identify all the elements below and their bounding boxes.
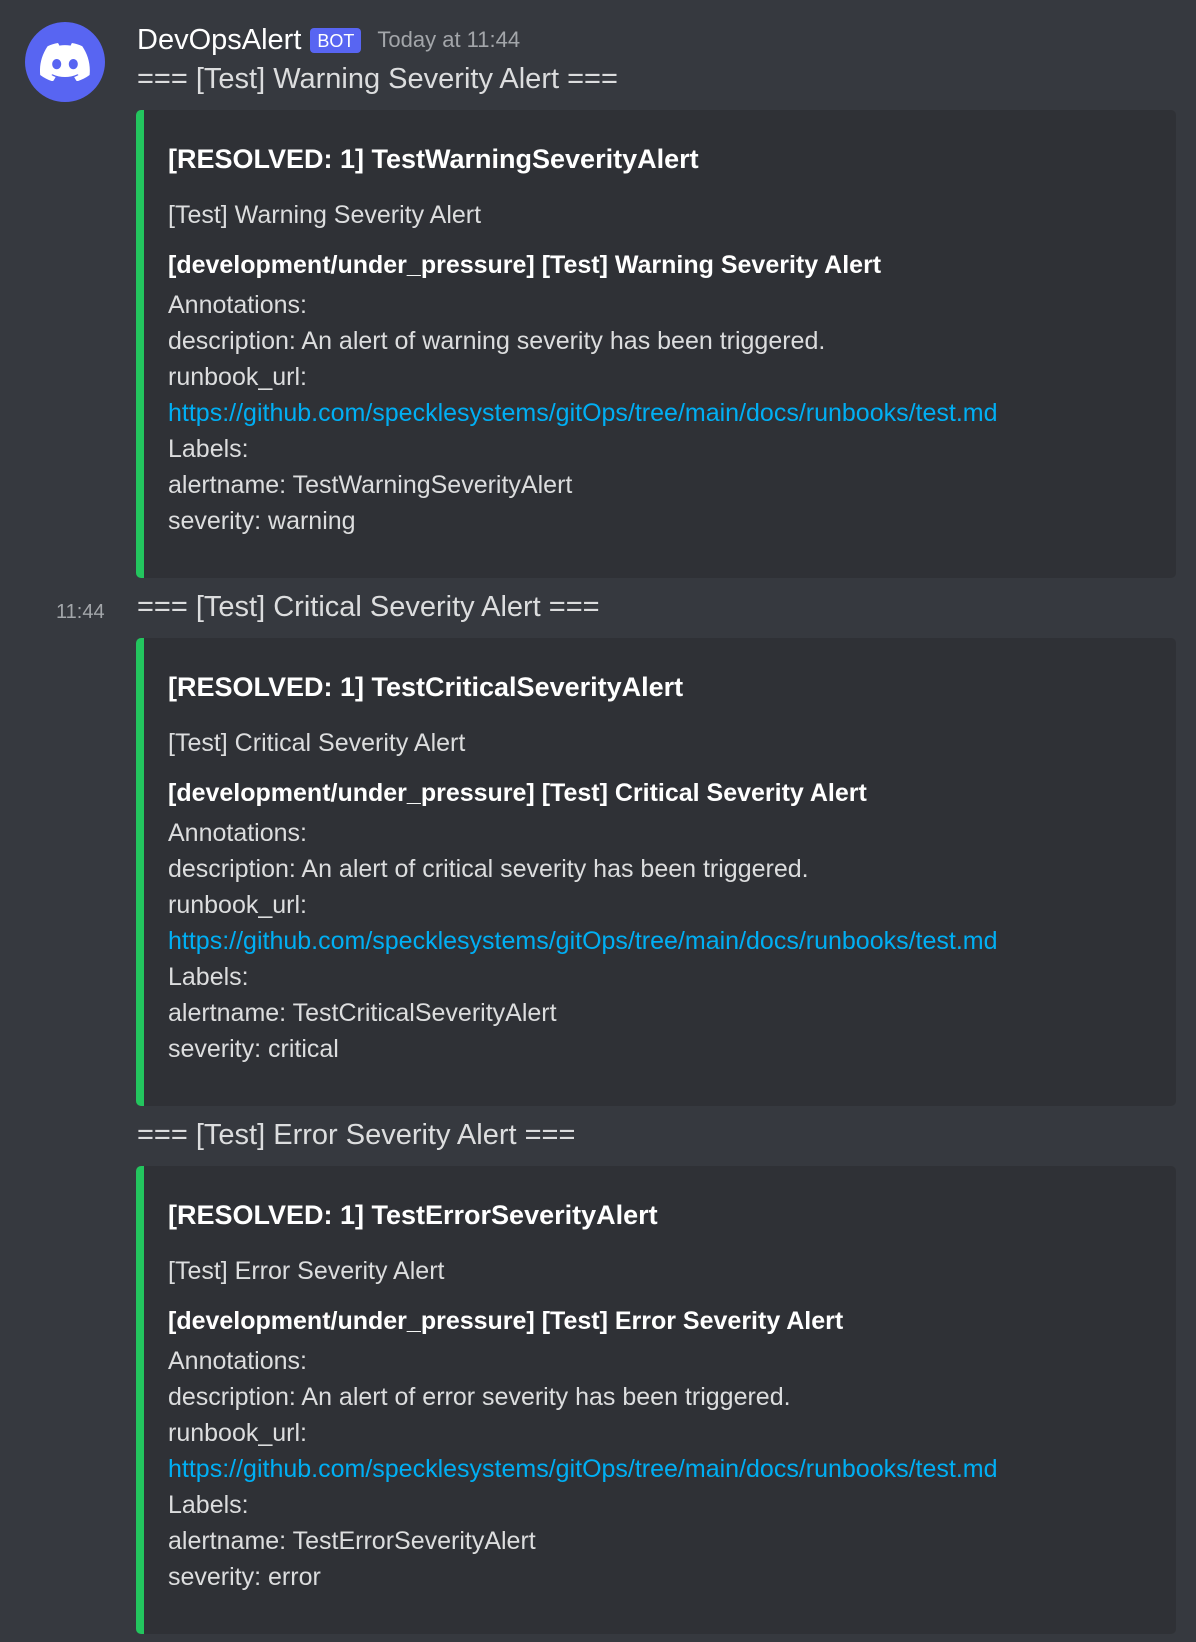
- embed-title: [RESOLVED: 1] TestWarningSeverityAlert: [168, 144, 699, 174]
- alert-embed: [RESOLVED: 1] TestCriticalSeverityAlert …: [136, 638, 1176, 1106]
- description-field: description: An alert of critical severi…: [168, 855, 809, 883]
- alertname-field: alertname: TestCriticalSeverityAlert: [168, 999, 557, 1027]
- labels-label: Labels:: [168, 1491, 249, 1519]
- message-header: DevOpsAlert BOT Today at 11:44: [137, 20, 520, 60]
- alertname-field: alertname: TestErrorSeverityAlert: [168, 1527, 536, 1555]
- annotations-label: Annotations:: [168, 291, 307, 319]
- bot-tag: BOT: [310, 27, 362, 53]
- description-field: description: An alert of error severity …: [168, 1383, 791, 1411]
- annotations-label: Annotations:: [168, 1347, 307, 1375]
- embed-description: [Test] Critical Severity Alert: [168, 729, 466, 757]
- runbook-label: runbook_url:: [168, 891, 307, 919]
- message-text: === [Test] Error Severity Alert ===: [137, 1119, 576, 1151]
- discord-logo-icon: [40, 43, 90, 81]
- embed-body: [development/under_pressure] [Test] Crit…: [168, 775, 1152, 1067]
- runbook-label: runbook_url:: [168, 1419, 307, 1447]
- alertname-field: alertname: TestWarningSeverityAlert: [168, 471, 573, 499]
- description-field: description: An alert of warning severit…: [168, 327, 826, 355]
- runbook-label: runbook_url:: [168, 363, 307, 391]
- severity-field: severity: critical: [168, 1035, 339, 1063]
- embed-heading: [development/under_pressure] [Test] Crit…: [168, 779, 867, 807]
- annotations-label: Annotations:: [168, 819, 307, 847]
- alert-embed: [RESOLVED: 1] TestErrorSeverityAlert [Te…: [136, 1166, 1176, 1634]
- severity-field: severity: warning: [168, 507, 356, 535]
- labels-label: Labels:: [168, 963, 249, 991]
- alert-embed: [RESOLVED: 1] TestWarningSeverityAlert […: [136, 110, 1176, 578]
- avatar[interactable]: [25, 22, 105, 102]
- embed-description: [Test] Warning Severity Alert: [168, 201, 482, 229]
- side-timestamp[interactable]: 11:44: [56, 601, 105, 624]
- embed-title: [RESOLVED: 1] TestErrorSeverityAlert: [168, 1200, 658, 1230]
- author-name[interactable]: DevOpsAlert: [137, 24, 301, 57]
- severity-field: severity: error: [168, 1563, 321, 1591]
- embed-body: [development/under_pressure] [Test] Erro…: [168, 1303, 1152, 1595]
- message-timestamp[interactable]: Today at 11:44: [377, 27, 520, 53]
- runbook-link[interactable]: https://github.com/specklesystems/gitOps…: [168, 1455, 998, 1483]
- message-text: === [Test] Critical Severity Alert ===: [137, 591, 600, 623]
- runbook-link[interactable]: https://github.com/specklesystems/gitOps…: [168, 927, 998, 955]
- embed-heading: [development/under_pressure] [Test] Erro…: [168, 1307, 844, 1335]
- message-text: === [Test] Warning Severity Alert ===: [137, 63, 618, 95]
- embed-body: [development/under_pressure] [Test] Warn…: [168, 247, 1152, 539]
- embed-title: [RESOLVED: 1] TestCriticalSeverityAlert: [168, 672, 684, 702]
- embed-description: [Test] Error Severity Alert: [168, 1257, 445, 1285]
- runbook-link[interactable]: https://github.com/specklesystems/gitOps…: [168, 399, 998, 427]
- labels-label: Labels:: [168, 435, 249, 463]
- embed-heading: [development/under_pressure] [Test] Warn…: [168, 251, 882, 279]
